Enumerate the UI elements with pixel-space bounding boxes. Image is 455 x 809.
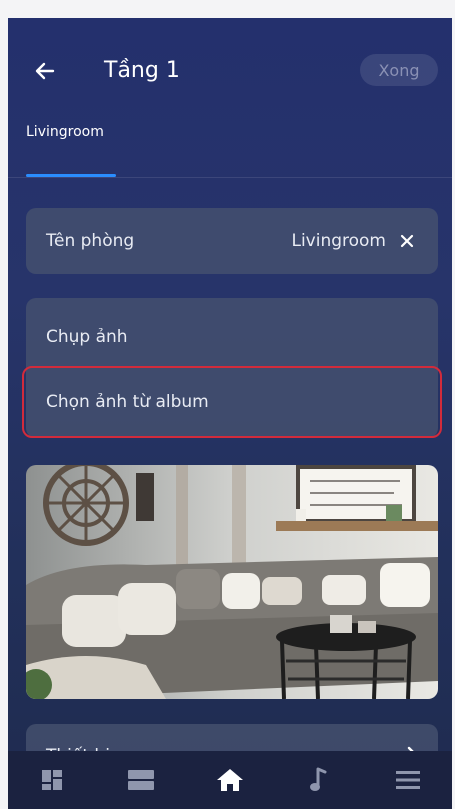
choose-from-album-option[interactable]: Chọn ảnh từ album	[26, 373, 438, 431]
close-icon	[400, 234, 414, 248]
list-icon	[128, 770, 155, 790]
take-photo-option[interactable]: Chụp ảnh	[26, 308, 438, 366]
choose-from-album-label: Chọn ảnh từ album	[46, 392, 209, 412]
done-button[interactable]: Xong	[360, 54, 438, 86]
bottom-navigation	[8, 751, 452, 809]
photo-options-card: Chụp ảnh Chọn ảnh từ album	[26, 298, 438, 438]
room-name-field[interactable]: Tên phòng Livingroom	[26, 208, 438, 274]
back-button[interactable]	[28, 54, 62, 88]
nav-menu[interactable]	[386, 758, 430, 802]
room-photo	[26, 465, 438, 699]
tab-livingroom[interactable]: Livingroom	[26, 124, 104, 140]
nav-dashboard[interactable]	[30, 758, 74, 802]
living-room-image	[26, 465, 438, 699]
clear-button[interactable]	[396, 230, 418, 252]
room-name-label: Tên phòng	[46, 231, 135, 251]
arrow-left-icon	[35, 62, 55, 80]
nav-list[interactable]	[119, 758, 163, 802]
tab-divider	[8, 177, 452, 178]
nav-home[interactable]	[208, 758, 252, 802]
take-photo-label: Chụp ảnh	[46, 327, 128, 347]
music-icon	[309, 767, 327, 791]
app-screen: Tầng 1 Xong Livingroom Tên phòng Livingr…	[8, 18, 452, 809]
room-name-value[interactable]: Livingroom	[291, 231, 386, 251]
menu-icon	[395, 771, 420, 789]
dashboard-icon	[42, 770, 63, 790]
nav-music[interactable]	[297, 758, 341, 802]
header: Tầng 1 Xong	[8, 18, 452, 128]
page-title: Tầng 1	[104, 58, 180, 83]
home-icon	[216, 769, 243, 791]
